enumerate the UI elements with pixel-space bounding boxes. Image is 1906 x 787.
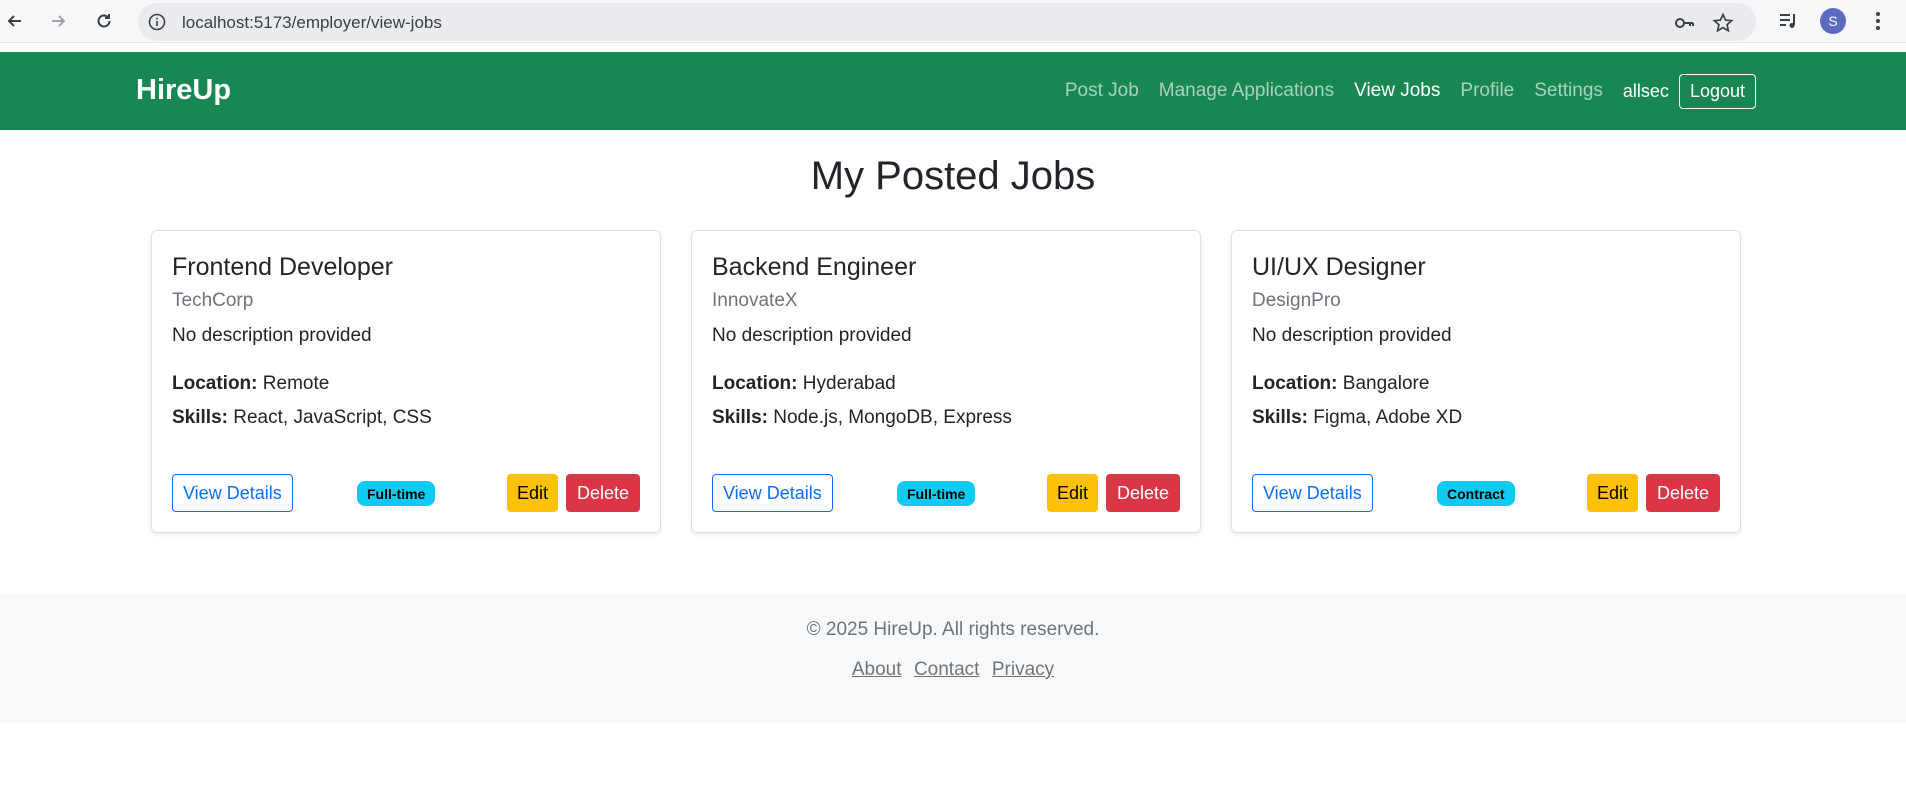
footer-link-about[interactable]: About — [852, 659, 902, 680]
job-skills: Skills: Figma, Adobe XD — [1252, 407, 1720, 429]
edit-button[interactable]: Edit — [1587, 474, 1639, 512]
site-info-icon[interactable] — [148, 13, 166, 31]
job-location: Location: Hyderabad — [712, 373, 1180, 395]
location-value: Bangalore — [1342, 373, 1430, 394]
job-company: InnovateX — [712, 290, 798, 311]
location-label: Location: — [1252, 373, 1338, 394]
nav-links: Post Job Manage Applications View Jobs P… — [1065, 52, 1906, 130]
page-title: My Posted Jobs — [810, 154, 1096, 198]
job-title: UI/UX Designer — [1252, 253, 1426, 281]
skills-label: Skills: — [172, 407, 228, 428]
job-card: Backend Engineer InnovateX No descriptio… — [691, 230, 1201, 533]
job-description: No description provided — [1252, 325, 1452, 346]
star-icon[interactable] — [1712, 12, 1734, 34]
reload-icon[interactable] — [89, 6, 119, 36]
nav-settings[interactable]: Settings — [1534, 80, 1603, 102]
location-value: Hyderabad — [802, 373, 896, 394]
forward-icon[interactable] — [43, 6, 73, 36]
skills-label: Skills: — [1252, 407, 1308, 428]
job-title: Frontend Developer — [172, 253, 393, 281]
job-type-badge: Contract — [1437, 481, 1515, 506]
job-card-actions: View Details Contract Edit Delete — [1252, 474, 1720, 512]
footer-links: About Contact Privacy — [0, 659, 1906, 681]
job-company: DesignPro — [1252, 290, 1341, 311]
address-bar[interactable]: localhost:5173/employer/view-jobs — [138, 3, 1756, 41]
back-icon[interactable] — [0, 6, 30, 36]
logout-button[interactable]: Logout — [1678, 73, 1756, 109]
key-icon[interactable] — [1673, 12, 1695, 34]
location-label: Location: — [172, 373, 258, 394]
skills-value: Figma, Adobe XD — [1313, 407, 1463, 428]
location-value: Remote — [262, 373, 330, 394]
skills-value: React, JavaScript, CSS — [233, 407, 432, 428]
job-description: No description provided — [712, 325, 912, 346]
edit-button[interactable]: Edit — [507, 474, 559, 512]
nav-post-job[interactable]: Post Job — [1065, 80, 1139, 102]
delete-button[interactable]: Delete — [565, 474, 640, 512]
footer-link-contact[interactable]: Contact — [914, 659, 979, 680]
job-description: No description provided — [172, 325, 372, 346]
job-card: UI/UX Designer DesignPro No description … — [1231, 230, 1741, 533]
job-skills: Skills: Node.js, MongoDB, Express — [712, 407, 1180, 429]
job-type-badge: Full-time — [357, 481, 436, 506]
edit-button[interactable]: Edit — [1047, 474, 1099, 512]
job-card-actions: View Details Full-time Edit Delete — [172, 474, 640, 512]
job-skills: Skills: React, JavaScript, CSS — [172, 407, 640, 429]
job-location: Location: Remote — [172, 373, 640, 395]
brand-logo[interactable]: HireUp — [136, 74, 231, 107]
delete-button[interactable]: Delete — [1105, 474, 1180, 512]
browser-toolbar: localhost:5173/employer/view-jobs S — [0, 0, 1906, 43]
view-details-button[interactable]: View Details — [712, 474, 833, 512]
job-type-badge: Full-time — [897, 481, 976, 506]
job-card-actions: View Details Full-time Edit Delete — [712, 474, 1180, 512]
job-location: Location: Bangalore — [1252, 373, 1720, 395]
delete-button[interactable]: Delete — [1645, 474, 1720, 512]
view-details-button[interactable]: View Details — [172, 474, 293, 512]
view-details-button[interactable]: View Details — [1252, 474, 1373, 512]
skills-value: Node.js, MongoDB, Express — [773, 407, 1012, 428]
footer-link-privacy[interactable]: Privacy — [992, 659, 1054, 680]
job-title: Backend Engineer — [712, 253, 917, 281]
nav-view-jobs[interactable]: View Jobs — [1354, 80, 1440, 102]
location-label: Location: — [712, 373, 798, 394]
nav-manage-applications[interactable]: Manage Applications — [1159, 80, 1334, 102]
media-icon[interactable] — [1775, 8, 1801, 34]
nav-profile[interactable]: Profile — [1460, 80, 1514, 102]
job-cards: Frontend Developer TechCorp No descripti… — [151, 230, 1741, 533]
footer-copyright: © 2025 HireUp. All rights reserved. — [806, 619, 1100, 640]
more-menu-icon[interactable] — [1865, 8, 1891, 34]
page-footer: © 2025 HireUp. All rights reserved. Abou… — [0, 593, 1906, 723]
url-text: localhost:5173/employer/view-jobs — [182, 13, 442, 32]
username-label: allsec — [1622, 80, 1669, 101]
profile-avatar[interactable]: S — [1820, 8, 1846, 34]
job-company: TechCorp — [172, 290, 254, 311]
app-navbar: HireUp Post Job Manage Applications View… — [0, 52, 1906, 130]
skills-label: Skills: — [712, 407, 768, 428]
job-card: Frontend Developer TechCorp No descripti… — [151, 230, 661, 533]
